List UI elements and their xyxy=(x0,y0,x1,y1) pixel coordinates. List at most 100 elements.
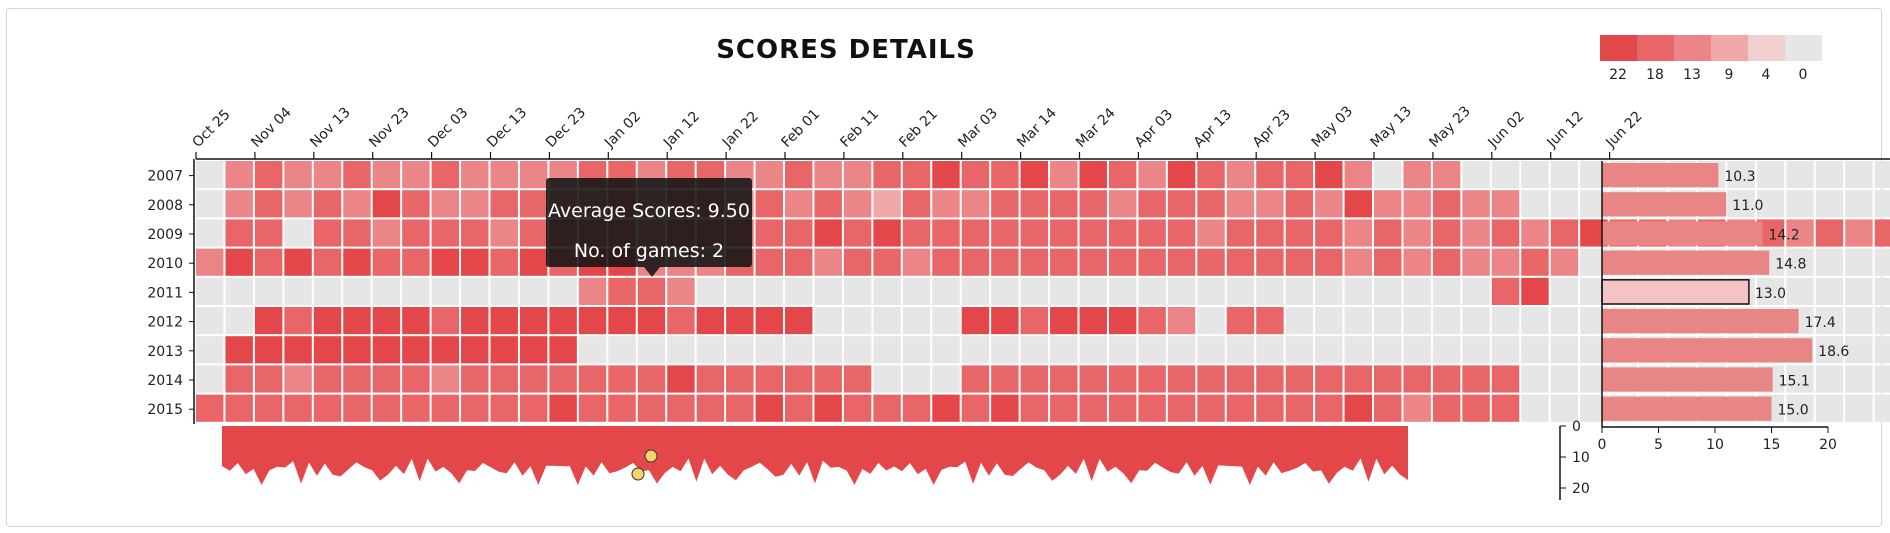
heatmap-cell xyxy=(1167,190,1196,218)
heatmap-cell xyxy=(1403,394,1431,422)
heatmap-cell xyxy=(461,248,489,276)
heatmap-cell xyxy=(785,336,813,364)
heatmap-cell xyxy=(726,336,754,364)
heatmap-cell xyxy=(519,161,548,189)
heatmap-cell xyxy=(1374,307,1402,335)
heatmap-cell xyxy=(726,307,754,335)
heatmap-cell xyxy=(284,219,312,247)
season-average-bar xyxy=(1601,279,1750,305)
heatmap-cell xyxy=(843,161,872,189)
heatmap-cell xyxy=(1256,277,1284,305)
heatmap-cell xyxy=(873,190,901,218)
heatmap-cell xyxy=(284,365,312,393)
season-average-value: 15.0 xyxy=(1778,403,1809,419)
heatmap-cell xyxy=(1432,365,1461,393)
heatmap-cell xyxy=(873,365,901,393)
bar-x-tick-label: 0 xyxy=(1598,437,1607,453)
heatmap-cell xyxy=(608,394,636,422)
heatmap-cell xyxy=(1050,394,1078,422)
heatmap-cell xyxy=(1344,248,1372,276)
area-y-tick-label: 0 xyxy=(1572,419,1581,435)
heatmap-cell xyxy=(1462,161,1490,189)
heatmap-cell xyxy=(1020,190,1049,218)
heatmap-cell xyxy=(461,161,489,189)
x-tick-label: Feb 11 xyxy=(837,106,882,151)
legend-label: 0 xyxy=(1799,67,1808,83)
heatmap-cell xyxy=(1167,161,1196,189)
heatmap-cell xyxy=(196,307,224,335)
heatmap-cell xyxy=(902,248,931,276)
heatmap-cell xyxy=(313,336,342,364)
heatmap-cell xyxy=(667,307,695,335)
heatmap-cell xyxy=(1315,307,1343,335)
heatmap-cell xyxy=(1845,190,1873,218)
heatmap-cell xyxy=(1197,307,1225,335)
heatmap-cell xyxy=(254,161,283,189)
chart-title: SCORES DETAILS xyxy=(716,35,976,65)
season-label: 2010 xyxy=(147,256,183,272)
heatmap-cell xyxy=(1462,219,1490,247)
heatmap-cell xyxy=(1874,248,1890,276)
heatmap-cell xyxy=(843,219,872,247)
bar-x-tick-label: 5 xyxy=(1654,437,1663,453)
x-tick-label: Jun 12 xyxy=(1544,108,1587,151)
x-tick-label: Feb 01 xyxy=(779,106,824,151)
heatmap-cell xyxy=(1874,161,1890,189)
heatmap-cell xyxy=(519,277,548,305)
season-average-value: 11.0 xyxy=(1732,198,1763,214)
heatmap-cell xyxy=(519,365,548,393)
heatmap-cell xyxy=(1403,365,1431,393)
heatmap-cell xyxy=(961,190,990,218)
heatmap-cell xyxy=(402,307,430,335)
heatmap-cell xyxy=(402,190,430,218)
season-label: 2013 xyxy=(147,344,183,360)
heatmap-cell xyxy=(1315,277,1343,305)
heatmap-cell xyxy=(1550,394,1579,422)
heatmap-cell xyxy=(1845,394,1873,422)
heatmap-cell xyxy=(1550,307,1579,335)
heatmap-cell xyxy=(1138,248,1166,276)
heatmap-cell xyxy=(785,219,813,247)
heatmap-cell xyxy=(372,190,401,218)
heatmap-cell xyxy=(755,307,783,335)
heatmap-cell xyxy=(1285,277,1314,305)
heatmap-cell xyxy=(1079,190,1107,218)
season-average-value: 10.3 xyxy=(1724,169,1755,185)
heatmap-cell xyxy=(284,190,312,218)
season-average-value: 14.8 xyxy=(1775,257,1806,273)
heatmap-cell xyxy=(785,248,813,276)
heatmap-cell xyxy=(313,219,342,247)
legend-label: 18 xyxy=(1646,67,1664,83)
x-tick-label: Mar 24 xyxy=(1073,105,1119,151)
heatmap-cell xyxy=(755,219,783,247)
heatmap-cell xyxy=(1138,365,1166,393)
heatmap-cell xyxy=(814,336,842,364)
heatmap-cell xyxy=(1285,365,1314,393)
heatmap-cell xyxy=(1256,190,1284,218)
heatmap-cell xyxy=(902,219,931,247)
heatmap-cell xyxy=(1374,336,1402,364)
heatmap-cell xyxy=(1786,190,1814,218)
heatmap-cell xyxy=(254,307,283,335)
heatmap-cell xyxy=(372,277,401,305)
heatmap-cell xyxy=(1226,336,1255,364)
heatmap-cell xyxy=(313,248,342,276)
heatmap-cell xyxy=(490,277,518,305)
x-tick-label: Dec 03 xyxy=(425,105,471,151)
heatmap-cell xyxy=(726,277,754,305)
heatmap-cell xyxy=(1550,219,1579,247)
heatmap-cell xyxy=(1315,161,1343,189)
heatmap-cell xyxy=(1256,365,1284,393)
heatmap-cell xyxy=(431,277,460,305)
heatmap-cell xyxy=(1226,190,1255,218)
heatmap-cell xyxy=(902,307,931,335)
heatmap-cell xyxy=(1874,277,1890,305)
bar-x-tick-label: 15 xyxy=(1763,437,1781,453)
heatmap-cell xyxy=(843,365,872,393)
heatmap-cell xyxy=(637,307,666,335)
heatmap-cell xyxy=(932,307,960,335)
heatmap-cell xyxy=(1491,365,1520,393)
season-label: 2007 xyxy=(147,169,183,185)
heatmap-cell xyxy=(196,277,224,305)
heatmap-cell xyxy=(991,190,1019,218)
